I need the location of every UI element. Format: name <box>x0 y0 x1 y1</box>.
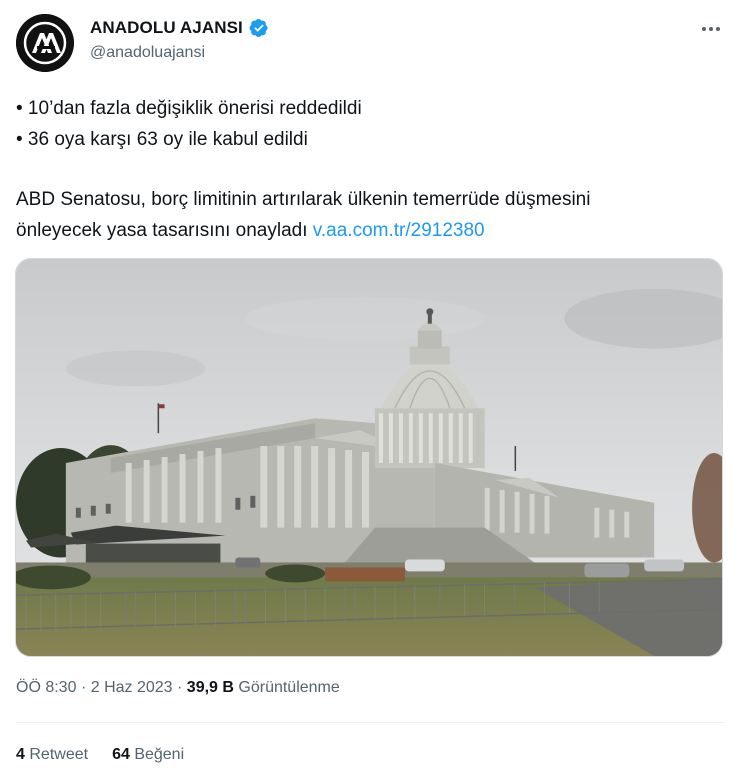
meta-separator: · <box>177 679 183 696</box>
divider <box>16 722 725 723</box>
author-display-name[interactable]: ANADOLU AJANSI <box>90 18 243 38</box>
tweet-image[interactable] <box>15 258 723 657</box>
tweet-link[interactable]: v.aa.com.tr/2912380 <box>313 220 485 241</box>
likes-stat[interactable]: 64 Beğeni <box>112 746 184 764</box>
likes-count: 64 <box>112 746 130 763</box>
retweets-count: 4 <box>16 746 25 763</box>
tweet-time[interactable]: ÖÖ 8:30 <box>16 679 76 696</box>
tweet-paragraph-text: önleyecek yasa tasarısını onayladı <box>16 220 313 241</box>
author-name-row: ANADOLU AJANSI <box>90 18 269 38</box>
author-handle[interactable]: @anadoluajansi <box>90 44 205 62</box>
views-count: 39,9 B <box>186 679 234 696</box>
tweet-paragraph-line-1: ABD Senatosu, borç limitinin artırılarak… <box>16 189 591 210</box>
avatar[interactable] <box>16 14 74 72</box>
tweet-card: ANADOLU AJANSI @anadoluajansi • 10’dan f… <box>0 0 741 776</box>
views-label: Görüntülenme <box>238 679 340 696</box>
meta-separator: · <box>80 679 87 696</box>
retweets-stat[interactable]: 4 Retweet <box>16 746 88 764</box>
verified-badge-icon <box>249 19 268 37</box>
retweets-label: Retweet <box>29 746 89 763</box>
more-options-icon[interactable] <box>696 18 726 40</box>
tweet-meta: ÖÖ 8:30 · 2 Haz 2023 · 39,9 B Görüntülen… <box>16 679 340 697</box>
tweet-text: • 10’dan fazla değişiklik önerisi redded… <box>16 93 716 246</box>
tweet-line-1: • 10’dan fazla değişiklik önerisi redded… <box>16 98 362 119</box>
tweet-paragraph-line-2: önleyecek yasa tasarısını onayladı v.aa.… <box>16 215 716 246</box>
aa-logo-icon <box>16 14 74 72</box>
engagement-stats: 4 Retweet 64 Beğeni <box>16 746 184 764</box>
likes-label: Beğeni <box>134 746 185 763</box>
tweet-line-2: • 36 oya karşı 63 oy ile kabul edildi <box>16 129 308 150</box>
tweet-date[interactable]: 2 Haz 2023 <box>91 679 173 696</box>
capitol-photo <box>16 259 722 656</box>
